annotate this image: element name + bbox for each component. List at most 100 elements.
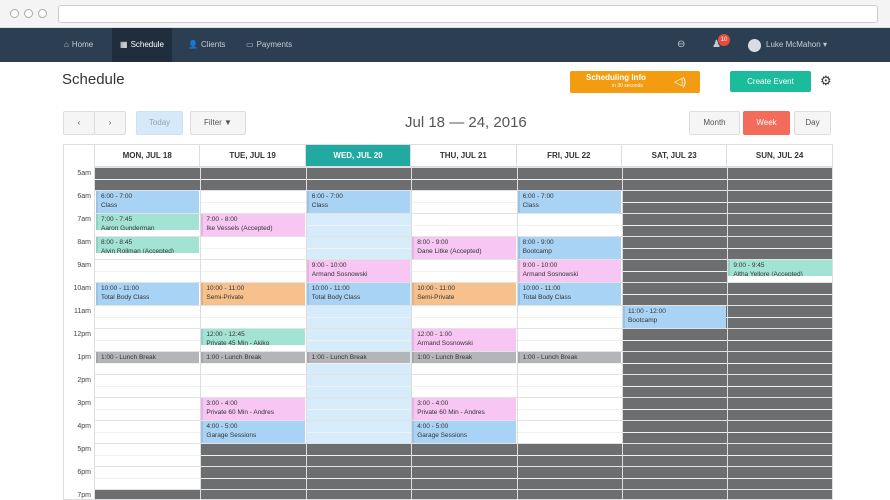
calendar-event[interactable]: 8:00 - 9:00 Dane Litke (Accepted) <box>412 237 516 259</box>
calendar-event[interactable]: 3:00 - 4:00 Private 60 Min - Andres <box>201 398 305 420</box>
hour-gridline <box>95 190 832 191</box>
event-time: 1:00 - Lunch Break <box>101 354 156 361</box>
time-slot-label: 4pm <box>77 423 91 430</box>
day-header[interactable]: MON, JUL 18 <box>95 145 201 167</box>
hour-gridline <box>95 443 832 444</box>
event-time: 6:00 - 7:00 <box>522 193 554 200</box>
filter-icon: ▼ <box>224 118 232 127</box>
day-header[interactable]: SUN, JUL 24 <box>727 145 832 167</box>
event-time: 10:00 - 11:00 <box>101 285 139 292</box>
nav-clients[interactable]: 👤 Clients <box>180 28 233 62</box>
calendar-event[interactable]: 9:00 - 10:00 Armand Sosnowski <box>306 260 411 282</box>
nav-schedule[interactable]: ▦ Schedule <box>112 28 172 62</box>
calendar-event[interactable]: 3:00 - 4:00 Private 60 Min - Andres <box>412 398 516 420</box>
day-header[interactable]: FRI, JUL 22 <box>516 145 622 167</box>
gear-icon[interactable]: ⚙ <box>820 73 832 89</box>
unavailable-block <box>411 443 517 499</box>
view-day-button[interactable]: Day <box>794 111 831 135</box>
calendar-event[interactable]: 10:00 - 11:00 Semi-Private <box>201 283 305 305</box>
calendar-event[interactable]: 8:00 - 8:45 Alvin Rollman (Accepted) <box>96 237 200 254</box>
gamepad-icon[interactable]: ⊖ <box>677 28 685 62</box>
event-title: Semi-Private <box>417 293 455 301</box>
create-event-button[interactable]: Create Event <box>730 71 811 92</box>
prev-week-button[interactable]: ‹ <box>63 111 95 135</box>
top-navbar: ⌂ Home ▦ Schedule 👤 Clients ▭ Payments ⊖ ♟ 1… <box>0 28 890 62</box>
event-time: 6:00 - 7:00 <box>311 193 343 200</box>
bell-icon[interactable]: ♟ <box>712 28 721 62</box>
calendar-event[interactable]: 10:00 - 11:00 Total Body Class <box>517 283 621 305</box>
home-icon: ⌂ <box>64 40 69 49</box>
view-week-button[interactable]: Week <box>743 111 790 135</box>
calendar-event[interactable]: 12:00 - 1:00 Armand Sosnowski <box>412 329 516 351</box>
event-title: Aaron Gunderman <box>101 224 155 231</box>
calendar-event[interactable]: 4:00 - 5:00 Garage Sessions <box>412 421 516 443</box>
calendar-event[interactable]: 1:00 - Lunch Break <box>517 352 621 363</box>
calendar-event[interactable]: 1:00 - Lunch Break <box>201 352 305 363</box>
speaker-icon: ◁) <box>674 76 687 88</box>
day-header[interactable]: TUE, JUL 19 <box>200 145 306 167</box>
calendar-event[interactable]: 9:00 - 10:00 Armand Sosnowski <box>517 260 621 282</box>
calendar-event[interactable]: 10:00 - 11:00 Semi-Private <box>412 283 516 305</box>
event-title: Total Body Class <box>311 293 361 301</box>
event-title: Armand Sosnowski <box>417 339 473 347</box>
scheduling-info-title: Scheduling Info <box>586 73 646 82</box>
day-divider <box>622 167 623 499</box>
filter-button[interactable]: Filter ▼ <box>190 111 246 135</box>
calendar-event[interactable]: 6:00 - 7:00 Class <box>517 191 621 213</box>
event-time: 8:00 - 9:00 <box>417 239 449 246</box>
event-time: 9:00 - 10:00 <box>522 262 558 269</box>
calendar-event[interactable]: 1:00 - Lunch Break <box>412 352 516 363</box>
event-title: Semi-Private <box>206 293 244 301</box>
day-header[interactable]: THU, JUL 21 <box>411 145 517 167</box>
calendar-event[interactable]: 7:00 - 7:45 Aaron Gunderman <box>96 214 200 231</box>
calendar-event[interactable]: 12:00 - 12:45 Private 45 Min - Akiko <box>201 329 305 346</box>
next-week-button[interactable]: › <box>94 111 126 135</box>
window-close-dot[interactable] <box>10 9 19 18</box>
event-time: 10:00 - 11:00 <box>206 285 245 292</box>
event-title: Garage Sessions <box>206 431 257 439</box>
chevron-down-icon: ▾ <box>822 40 827 49</box>
date-range-title: Jul 18 — 24, 2016 <box>405 114 527 131</box>
hour-gridline <box>95 489 832 490</box>
time-slot-label: 9am <box>77 262 91 269</box>
calendar-event[interactable]: 1:00 - Lunch Break <box>306 352 411 363</box>
day-header[interactable]: WED, JUL 20 <box>305 145 412 167</box>
today-button[interactable]: Today <box>136 111 183 135</box>
half-hour-gridline <box>95 454 832 456</box>
event-time: 1:00 - Lunch Break <box>417 354 473 361</box>
event-time: 6:00 - 7:00 <box>101 193 133 200</box>
event-title: Total Body Class <box>101 293 150 301</box>
event-time: 10:00 - 11:00 <box>522 285 561 292</box>
view-month-button[interactable]: Month <box>689 111 740 135</box>
calendar-event[interactable]: 11:00 - 12:00 Bootcamp <box>623 306 727 328</box>
address-bar[interactable] <box>58 5 878 23</box>
calendar-event[interactable]: 10:00 - 11:00 Total Body Class <box>96 283 200 305</box>
calendar-event[interactable]: 1:00 - Lunch Break <box>96 352 200 363</box>
event-time: 3:00 - 4:00 <box>206 400 238 407</box>
nav-home[interactable]: ⌂ Home <box>56 28 101 62</box>
half-hour-gridline <box>95 270 832 272</box>
user-menu[interactable]: Luke McMahon ▾ <box>766 28 827 62</box>
nav-payments[interactable]: ▭ Payments <box>238 28 300 62</box>
event-title: Armand Sosnowski <box>522 270 579 278</box>
scheduling-info-button[interactable]: Scheduling Info in 30 seconds ◁) <box>570 71 700 93</box>
window-maximize-dot[interactable] <box>38 9 47 18</box>
calendar-event[interactable]: 6:00 - 7:00 Class <box>306 191 411 213</box>
day-header[interactable]: SAT, JUL 23 <box>622 145 728 167</box>
calendar-event[interactable]: 8:00 - 9:00 Bootcamp <box>517 237 621 259</box>
window-minimize-dot[interactable] <box>24 9 33 18</box>
unavailable-block <box>200 443 306 499</box>
event-title: Class <box>101 201 118 209</box>
calendar-event[interactable]: 7:00 - 8:00 Ike Vessels (Accepted) <box>201 214 305 236</box>
user-icon: 👤 <box>188 40 198 49</box>
calendar-event[interactable]: 10:00 - 11:00 Total Body Class <box>306 283 411 305</box>
calendar-event[interactable]: 4:00 - 5:00 Garage Sessions <box>201 421 305 443</box>
calendar-event[interactable]: 9:00 - 9:45 Altha Yellore (Accepted) <box>728 260 832 277</box>
avatar[interactable] <box>748 39 761 52</box>
calendar-event[interactable]: 6:00 - 7:00 Class <box>96 191 200 213</box>
event-title: Altha Yellore (Accepted) <box>733 270 803 277</box>
week-calendar: 5am 6am 7am 8am 9am 10am 11am 12pm 1pm 2pm 3pm 4pm 5… <box>63 144 833 500</box>
event-time: 1:00 - Lunch Break <box>206 354 262 361</box>
nav-schedule-label: Schedule <box>130 40 164 49</box>
event-time: 10:00 - 11:00 <box>311 285 350 292</box>
